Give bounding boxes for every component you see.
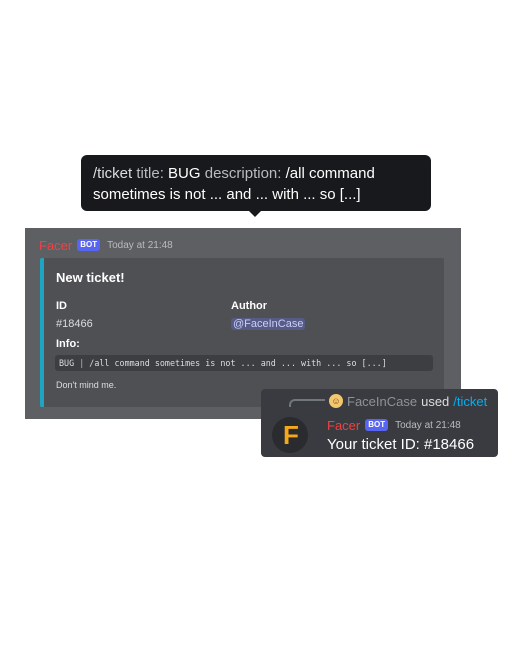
user-avatar-icon: ☺ <box>329 394 343 408</box>
reply-author[interactable]: Facer <box>327 418 360 433</box>
reply-header: Facer BOT Today at 21:48 <box>327 417 461 433</box>
field-id-value: #18466 <box>56 318 93 330</box>
reply-timestamp: Today at 21:48 <box>395 419 461 431</box>
command-reply-message: ☺ FaceInCase used /ticket F Facer BOT To… <box>261 389 498 457</box>
tooltip-command: /ticket <box>93 165 133 182</box>
bot-tag: BOT <box>77 239 101 251</box>
info-code-block: BUG | /all command sometimes is not ... … <box>55 355 433 371</box>
reply-reference[interactable]: ☺ FaceInCase used /ticket <box>329 393 487 409</box>
reply-command[interactable]: /ticket <box>453 394 487 409</box>
bot-avatar-letter: F <box>283 420 299 450</box>
message-header: Facer BOT Today at 21:48 <box>39 237 173 253</box>
reply-bot-tag: BOT <box>365 419 389 431</box>
reply-used-text: used <box>421 393 450 409</box>
reply-reference-user[interactable]: FaceInCase <box>347 394 417 409</box>
command-tooltip: /ticket title: BUG description: /all com… <box>81 155 431 217</box>
field-id-name: ID <box>56 300 67 312</box>
message-timestamp: Today at 21:48 <box>107 239 173 251</box>
tooltip-title-value: BUG <box>168 165 201 182</box>
reply-spine <box>289 399 325 407</box>
reply-body: Your ticket ID: #18466 <box>327 436 475 453</box>
tooltip-line-2: sometimes is not ... and ... with ... so… <box>93 186 361 203</box>
tooltip-title-label: title: <box>136 165 164 182</box>
field-author-name: Author <box>231 300 268 312</box>
ticket-embed: New ticket! ID #18466 Author @FaceInCase… <box>40 258 444 407</box>
field-info-name: Info: <box>56 338 80 350</box>
user-mention[interactable]: @FaceInCase <box>231 318 306 330</box>
tooltip-caret <box>249 211 261 217</box>
field-author-value: @FaceInCase <box>231 318 306 330</box>
tooltip-line-1: /ticket title: BUG description: /all com… <box>93 163 419 184</box>
code-tag: BUG <box>59 358 75 368</box>
code-text: /all command sometimes is not ... and ..… <box>89 358 387 368</box>
embed-footer-text: Don't mind me. <box>56 380 117 390</box>
tooltip-description-value: /all command <box>285 165 375 182</box>
message-author[interactable]: Facer <box>39 238 72 253</box>
bot-avatar[interactable]: F <box>272 417 308 453</box>
tooltip-description-label: description: <box>204 165 282 182</box>
embed-title: New ticket! <box>56 270 125 285</box>
code-separator: | <box>79 358 85 368</box>
